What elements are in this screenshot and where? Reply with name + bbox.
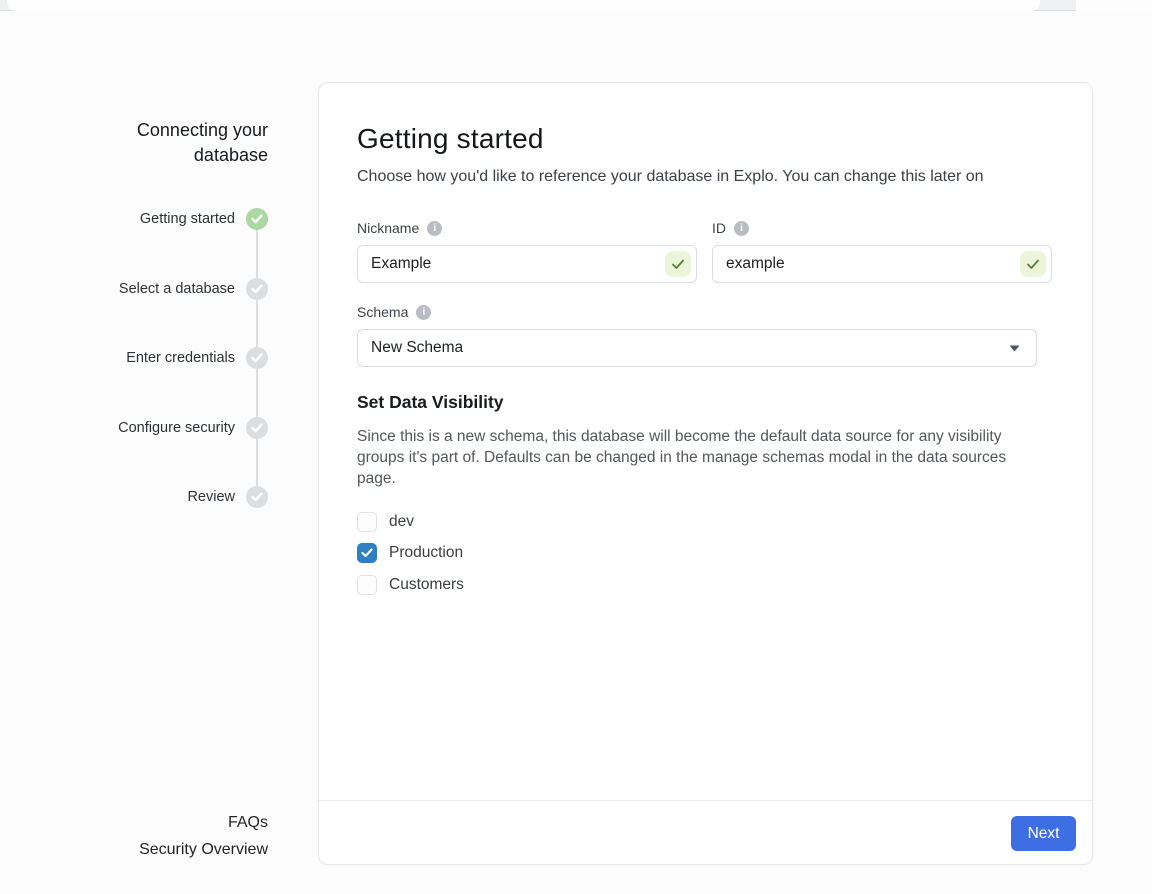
checkbox[interactable] (357, 512, 377, 532)
checkbox-label: Customers (389, 576, 464, 594)
checkbox[interactable] (357, 543, 377, 563)
step-status-check-icon (246, 486, 268, 508)
info-icon[interactable] (734, 221, 749, 236)
step-status-check-icon (246, 278, 268, 300)
card-body: Getting started Choose how you'd like to… (319, 83, 1092, 800)
visibility-row-dev[interactable]: dev (357, 511, 1052, 532)
stepper-item-select-a-database: Select a database (118, 278, 268, 300)
nickname-input[interactable] (357, 245, 697, 283)
name-id-fields-row: Nickname ID (357, 220, 1052, 283)
nickname-label: Nickname (357, 220, 419, 236)
nickname-field-group: Nickname (357, 220, 697, 283)
page-title: Getting started (357, 123, 1052, 155)
valid-check-badge (1020, 251, 1046, 277)
stepper-item-label: Configure security (118, 420, 235, 436)
checkbox-label: dev (389, 513, 414, 531)
wizard-stepper: Getting started Select a database Enter … (118, 208, 268, 556)
browser-chrome-right-edge (1076, 0, 1152, 11)
id-label: ID (712, 220, 726, 236)
wizard-sidebar: Connecting your database Getting started… (0, 12, 268, 894)
schema-field-group: Schema New Schema (357, 304, 1052, 367)
data-visibility-heading: Set Data Visibility (357, 392, 1052, 413)
checkbox-label: Production (389, 544, 463, 562)
stepper-item-getting-started: Getting started (118, 208, 268, 230)
stepper-item-label: Review (187, 489, 235, 505)
stepper-item-review: Review (118, 486, 268, 508)
browser-tab-bottom-edge (7, 0, 1040, 11)
card-footer: Next (319, 800, 1092, 864)
data-visibility-description: Since this is a new schema, this databas… (357, 426, 1047, 489)
check-icon (361, 548, 373, 558)
getting-started-card: Getting started Choose how you'd like to… (318, 82, 1093, 865)
security-overview-link[interactable]: Security Overview (139, 837, 268, 864)
stepper-item-configure-security: Configure security (118, 417, 268, 439)
stepper-item-enter-credentials: Enter credentials (118, 347, 268, 369)
stepper-item-label: Enter credentials (126, 350, 235, 366)
stepper-item-label: Getting started (140, 211, 235, 227)
id-input[interactable] (712, 245, 1052, 283)
stepper-item-label: Select a database (119, 281, 235, 297)
next-button[interactable]: Next (1011, 816, 1076, 851)
info-icon[interactable] (416, 305, 431, 320)
checkbox[interactable] (357, 575, 377, 595)
sidebar-footer-links: FAQs Security Overview (139, 810, 268, 863)
faqs-link[interactable]: FAQs (139, 810, 268, 837)
step-status-check-icon (246, 347, 268, 369)
step-status-check-icon (246, 208, 268, 230)
visibility-row-production[interactable]: Production (357, 543, 1052, 564)
wizard-title: Connecting your database (83, 118, 268, 168)
valid-check-badge (665, 251, 691, 277)
step-status-check-icon (246, 417, 268, 439)
visibility-group-list: dev Production Customers (357, 511, 1052, 595)
browser-chrome-strip (0, 0, 1152, 11)
chevron-down-icon (1009, 345, 1020, 352)
page-subtitle: Choose how you'd like to reference your … (357, 168, 1052, 186)
id-field-group: ID (712, 220, 1052, 283)
schema-label: Schema (357, 304, 408, 320)
info-icon[interactable] (427, 221, 442, 236)
schema-select-value: New Schema (371, 339, 463, 357)
schema-select[interactable]: New Schema (357, 329, 1037, 367)
visibility-row-customers[interactable]: Customers (357, 574, 1052, 595)
